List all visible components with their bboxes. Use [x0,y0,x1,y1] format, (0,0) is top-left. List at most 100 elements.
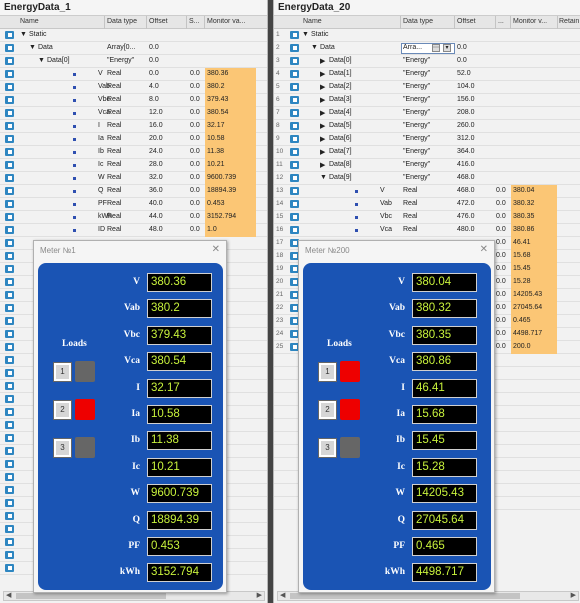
collapse-arrow-icon[interactable]: ▼ [29,44,36,51]
param-value-display: 380.2 [147,299,212,319]
table-row[interactable]: Vbc Real 8.0 0.0 379.43 [0,94,267,107]
row-data-type[interactable]: Arra... [403,44,422,51]
tag-icon [5,317,14,325]
table-row[interactable]: 15 Vbc Real 476.0 0.0 380.35 [274,211,580,224]
column-header-data-type[interactable]: Data type [107,18,137,25]
row-start-value: 0.0 [190,122,200,129]
table-row[interactable]: PF Real 40.0 0.0 0.453 [0,198,267,211]
table-row[interactable]: ▼ Data Array[0... 0.0 [0,42,267,55]
tag-icon [290,70,299,78]
expand-arrow-icon[interactable]: ▶ [320,135,325,143]
expand-arrow-icon[interactable]: ▶ [320,70,325,78]
collapse-arrow-icon[interactable]: ▼ [311,44,318,51]
column-header-name[interactable]: Name [20,18,39,25]
param-label: PF [393,541,405,551]
table-row[interactable]: 10 ▶ Data[7] "Energy" 364.0 [274,146,580,159]
tag-icon [5,304,14,312]
collapse-arrow-icon[interactable]: ▼ [320,174,327,181]
collapse-arrow-icon[interactable]: ▼ [20,31,27,38]
dropdown-button[interactable]: ▾ [443,44,451,52]
table-row[interactable]: 5 ▶ Data[2] "Energy" 104.0 [274,81,580,94]
table-row[interactable]: kWh Real 44.0 0.0 3152.794 [0,211,267,224]
column-header-name[interactable]: Name [303,18,322,25]
expand-arrow-icon[interactable]: ▶ [320,109,325,117]
table-row[interactable]: Q Real 36.0 0.0 18894.39 [0,185,267,198]
load-number-button[interactable]: 1 [53,362,72,382]
table-row[interactable]: ID Real 48.0 0.0 1.0 [0,224,267,237]
row-monitor-value: 10.21 [205,159,256,172]
tag-icon [5,148,14,156]
load-number-button[interactable]: 3 [318,438,337,458]
close-icon[interactable]: ✕ [212,244,220,255]
scroll-right-icon[interactable]: ▶ [571,591,576,599]
column-header-monitor-value[interactable]: Monitor v... [513,18,547,25]
expand-arrow-icon[interactable]: ▶ [320,122,325,130]
table-row[interactable]: Ib Real 24.0 0.0 11.38 [0,146,267,159]
table-row[interactable]: 16 Vca Real 480.0 0.0 380.86 [274,224,580,237]
table-row[interactable]: 1 ▼ Static [274,29,580,42]
tag-icon [5,213,14,221]
scroll-right-icon[interactable]: ▶ [257,591,262,599]
column-header-s[interactable]: ... [498,18,504,25]
table-row[interactable]: 9 ▶ Data[6] "Energy" 312.0 [274,133,580,146]
scrollbar-thumb[interactable] [16,593,166,599]
expand-arrow-icon[interactable]: ▶ [320,161,325,169]
expand-arrow-icon[interactable]: ▶ [320,148,325,156]
tag-icon [290,96,299,104]
row-offset: 24.0 [149,148,163,155]
param-value-display: 0.453 [147,537,212,556]
column-header-offset[interactable]: Offset [457,18,476,25]
expand-arrow-icon[interactable]: ▶ [320,83,325,91]
close-icon[interactable]: ✕ [480,244,488,255]
collapse-arrow-icon[interactable]: ▼ [302,31,309,38]
table-row[interactable]: 3 ▶ Data[0] "Energy" 0.0 [274,55,580,68]
param-value-display: 27045.64 [412,510,477,530]
table-row[interactable]: 14 Vab Real 472.0 0.0 380.32 [274,198,580,211]
row-start-value: 0.0 [190,70,200,77]
table-row[interactable]: 11 ▶ Data[8] "Energy" 416.0 [274,159,580,172]
column-header-s[interactable]: S... [189,18,200,25]
table-row[interactable]: W Real 32.0 0.0 9600.739 [0,172,267,185]
table-row[interactable]: 13 V Real 468.0 0.0 380.04 [274,185,580,198]
column-header-offset[interactable]: Offset [149,18,168,25]
row-data-type: Array[0... [107,44,136,51]
table-row[interactable]: 4 ▶ Data[1] "Energy" 52.0 [274,68,580,81]
table-row[interactable]: ▼ Static [0,29,267,42]
row-data-type: "Energy" [403,135,431,142]
tag-icon [5,187,14,195]
load-number-button[interactable]: 2 [318,400,337,420]
column-header-data-type[interactable]: Data type [403,18,433,25]
table-row[interactable]: 12 ▼ Data[9] "Energy" 468.0 [274,172,580,185]
expand-arrow-icon[interactable]: ▶ [320,96,325,104]
column-header-monitor-value[interactable]: Monitor va... [207,18,246,25]
row-number: 17 [276,239,284,246]
table-row[interactable]: 2 ▼ Data Arra... ⋯ ▾ 0.0 [274,42,580,55]
scrollbar-thumb[interactable] [290,593,520,599]
table-row[interactable]: Vca Real 12.0 0.0 380.54 [0,107,267,120]
load-number-button[interactable]: 2 [53,400,72,420]
browse-button[interactable]: ⋯ [432,44,440,52]
param-value-display: 380.54 [147,352,212,372]
row-name: W [98,174,105,181]
table-row[interactable]: Vab Real 4.0 0.0 380.2 [0,81,267,94]
expand-arrow-icon[interactable]: ▶ [320,57,325,65]
bullet-icon [73,216,76,219]
table-row[interactable]: Ic Real 28.0 0.0 10.21 [0,159,267,172]
table-row[interactable]: 8 ▶ Data[5] "Energy" 260.0 [274,120,580,133]
column-header-retain[interactable]: Retain [559,18,579,25]
table-row[interactable]: V Real 0.0 0.0 380.36 [0,68,267,81]
table-row[interactable]: 6 ▶ Data[3] "Energy" 156.0 [274,94,580,107]
table-row[interactable]: I Real 16.0 0.0 32.17 [0,120,267,133]
table-row[interactable]: Ia Real 20.0 0.0 10.58 [0,133,267,146]
table-row[interactable]: ▼ Data[0] "Energy" 0.0 [0,55,267,68]
row-data-type: "Energy" [403,174,431,181]
scroll-left-icon[interactable]: ◀ [6,591,11,599]
table-row[interactable]: 7 ▶ Data[4] "Energy" 208.0 [274,107,580,120]
load-number-button[interactable]: 1 [318,362,337,382]
load-status-indicator [75,361,95,382]
load-number-button[interactable]: 3 [53,438,72,458]
row-monitor-value: 0.465 [511,315,557,328]
scroll-left-icon[interactable]: ◀ [280,591,285,599]
row-monitor-value: 200.0 [511,341,557,354]
collapse-arrow-icon[interactable]: ▼ [38,57,45,64]
